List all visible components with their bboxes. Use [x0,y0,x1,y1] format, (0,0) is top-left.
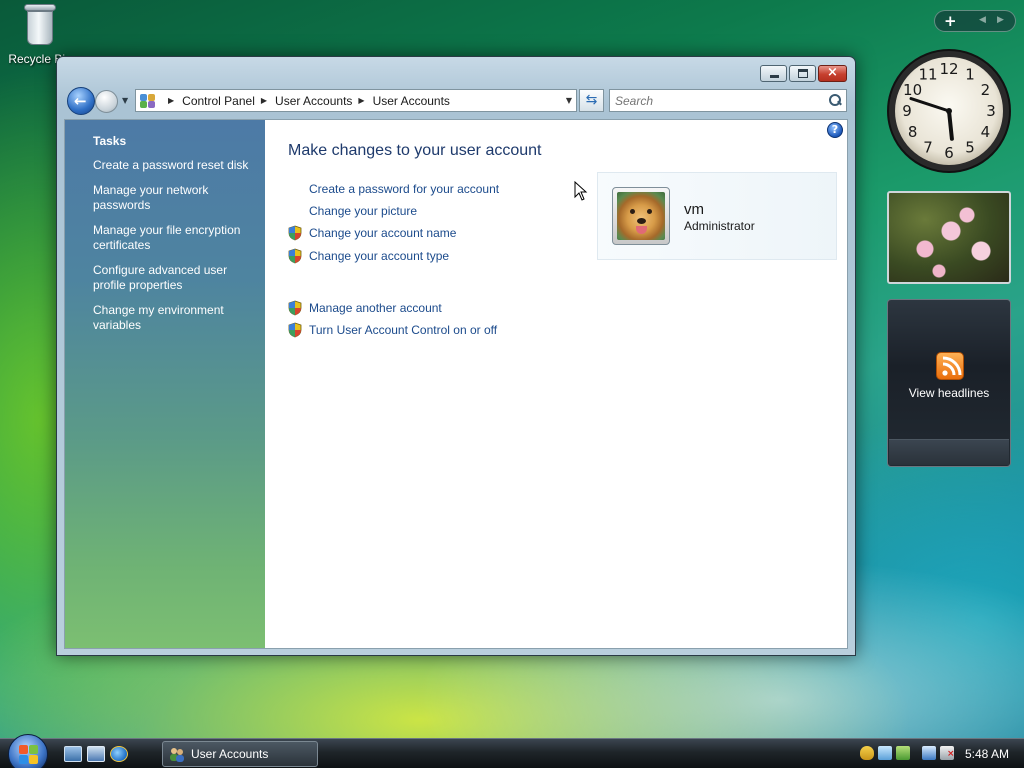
clock-numeral: 2 [981,81,991,99]
internet-explorer-icon[interactable] [110,746,128,762]
task-manage-file-encryption-certificates[interactable]: Manage your file encryption certificates [93,223,253,253]
link-change-account-type[interactable]: Change your account type [287,248,449,264]
link-label: Change your account type [309,249,450,263]
refresh-icon: ⇆ [585,92,598,108]
clock-numeral: 12 [939,60,958,78]
volume-muted-icon[interactable]: × [940,746,955,760]
taskbar-button-label: User Accounts [191,747,269,761]
main-pane: ? Make changes to your user account Crea… [265,120,847,648]
close-button[interactable]: × [818,65,847,82]
safely-remove-icon[interactable] [878,746,892,760]
user-accounts-window: × ← ▼ ▶ Control Panel ▶ User Accounts ▶ … [56,56,856,656]
taskbar-user-accounts-button[interactable]: User Accounts [162,741,318,767]
feed-headlines-gadget[interactable]: View headlines [887,299,1011,467]
minimize-button[interactable] [760,65,787,82]
clock-numeral: 8 [908,123,918,141]
clock-time[interactable]: 5:48 AM [965,747,1009,761]
link-label: Change your account name [309,226,457,240]
clock-numeral: 9 [902,102,912,120]
link-manage-another-account[interactable]: Manage another account [287,300,442,316]
task-configure-advanced-profile[interactable]: Configure advanced user profile properti… [93,263,253,293]
tasks-pane: Tasks Create a password reset disk Manag… [65,120,265,648]
uac-shield-icon [287,225,303,241]
feed-gadget-footer [889,439,1009,465]
show-desktop-icon[interactable] [64,746,82,762]
taskbar: User Accounts × 5:48 AM [0,734,1024,768]
link-create-password[interactable]: Create a password for your account [287,182,499,196]
clock-numeral: 7 [923,138,933,156]
slideshow-gadget[interactable] [887,191,1011,284]
link-label: Turn User Account Control on or off [309,323,498,337]
link-change-picture[interactable]: Change your picture [287,204,417,218]
window-content: Tasks Create a password reset disk Manag… [64,119,848,649]
clock-numeral: 6 [944,144,954,162]
user-role: Administrator [684,219,755,233]
close-icon: × [827,65,838,80]
clock-numeral: 1 [965,66,975,84]
windows-logo-icon [19,745,28,754]
search-icon[interactable] [829,94,841,106]
clock-numeral: 11 [918,66,937,84]
dog-picture-icon [617,192,665,240]
breadcrumb-separator-icon[interactable]: ▶ [168,96,174,105]
help-icon[interactable]: ? [827,122,843,138]
switch-windows-icon[interactable] [87,746,105,762]
clock-numeral: 10 [903,81,922,99]
back-button[interactable]: ← [67,87,95,115]
recycle-bin-icon [23,2,57,46]
task-change-environment-variables[interactable]: Change my environment variables [93,303,253,333]
link-change-account-name[interactable]: Change your account name [287,225,456,241]
forward-button[interactable] [95,90,118,113]
link-label: Manage another account [309,301,442,315]
refresh-button[interactable]: ⇆ [579,89,604,112]
breadcrumb-separator-icon[interactable]: ▶ [261,96,267,105]
clock-numeral: 3 [986,102,996,120]
search-input[interactable] [615,91,815,111]
previous-page-icon[interactable]: ◀ [979,15,986,25]
link-turn-uac-on-off[interactable]: Turn User Account Control on or off [287,322,497,338]
recent-pages-dropdown[interactable]: ▼ [122,96,128,105]
windows-update-icon[interactable] [896,746,910,760]
breadcrumb-control-panel[interactable]: Control Panel [182,94,255,108]
clock-numeral: 5 [965,138,975,156]
tasks-heading: Tasks [93,134,127,148]
maximize-button[interactable] [789,65,816,82]
breadcrumb-user-accounts-current[interactable]: User Accounts [373,94,450,108]
address-dropdown-icon[interactable]: ▼ [566,96,572,105]
uac-shield-icon [287,248,303,264]
view-headlines-label: View headlines [908,386,990,400]
breadcrumb-user-accounts[interactable]: User Accounts [275,94,352,108]
add-gadget-button[interactable]: + [944,12,957,30]
page-title: Make changes to your user account [288,142,542,159]
window-controls: × [760,65,847,82]
user-accounts-icon [169,747,185,762]
control-panel-icon [140,93,156,108]
mouse-cursor-icon [574,181,588,201]
avatar[interactable] [612,187,670,245]
link-label: Change your picture [309,204,418,218]
maximize-icon [798,69,808,78]
user-name: vm [684,201,704,218]
search-box[interactable] [609,89,847,112]
address-bar[interactable]: ▶ Control Panel ▶ User Accounts ▶ User A… [135,89,577,112]
next-page-icon[interactable]: ▶ [997,15,1004,25]
navigation-bar: ← ▼ ▶ Control Panel ▶ User Accounts ▶ Us… [65,87,847,115]
network-icon[interactable] [922,746,936,760]
sidebar-gadget-controls: + ◀ ▶ [934,10,1016,32]
start-button[interactable] [8,734,48,768]
task-create-password-reset-disk[interactable]: Create a password reset disk [93,158,253,173]
uac-shield-icon [287,300,303,316]
security-shield-icon[interactable] [860,746,874,760]
task-manage-network-passwords[interactable]: Manage your network passwords [93,183,253,213]
breadcrumb-separator-icon[interactable]: ▶ [358,96,364,105]
link-label: Create a password for your account [309,182,500,196]
clock-numeral: 4 [981,123,991,141]
uac-shield-icon [287,322,303,338]
user-account-card: vm Administrator [597,172,837,260]
rss-icon [936,352,964,380]
back-arrow-icon: ← [74,92,87,110]
clock-gadget[interactable]: 12 12 3 45678 9 1011 [886,48,1012,174]
minimize-icon [770,75,779,78]
